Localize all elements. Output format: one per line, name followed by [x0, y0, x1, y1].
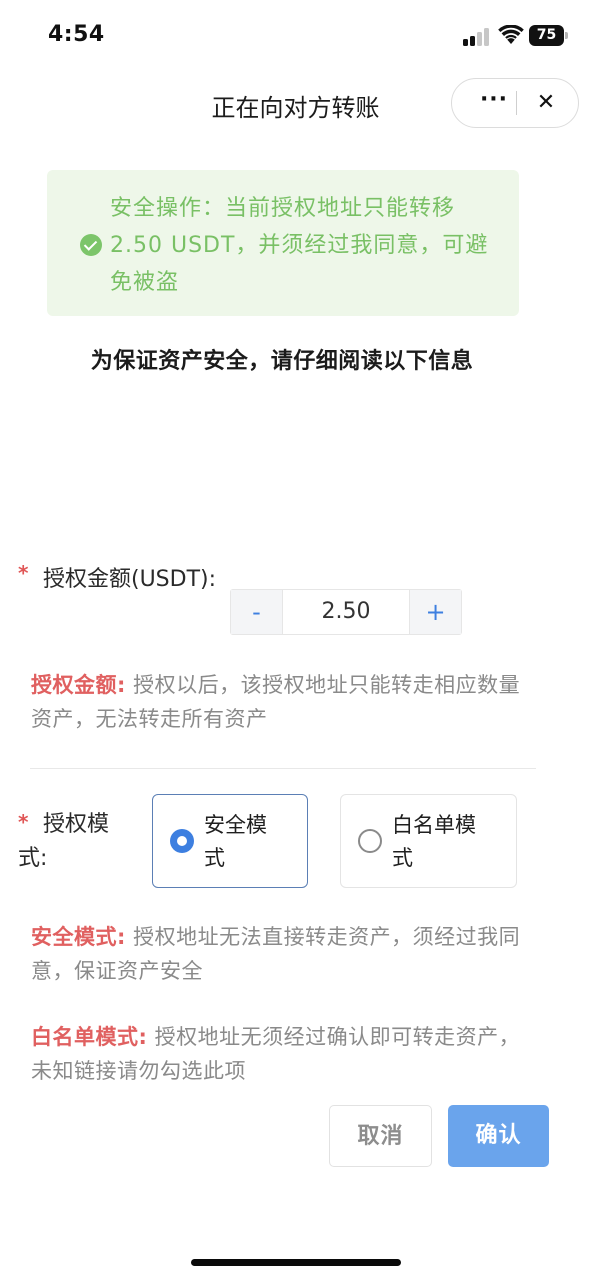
signal-icon: [463, 28, 491, 46]
radio-selected-icon[interactable]: [170, 829, 194, 853]
safety-notice: 安全操作：当前授权地址只能转移2.50 USDT，并须经过我同意，可避免被盗: [47, 170, 519, 316]
confirm-button[interactable]: 确认: [448, 1105, 549, 1167]
status-bar: 4:54 75: [0, 0, 591, 70]
whitelist-mode-description: 白名单模式: 授权地址无须经过确认即可转走资产，未知链接请勿勾选此项: [31, 1020, 531, 1088]
amount-description: 授权金额: 授权以后，该授权地址只能转走相应数量资产，无法转走所有资产: [31, 668, 531, 736]
amount-description-title: 授权金额:: [31, 673, 126, 697]
more-icon[interactable]: ···: [472, 89, 516, 115]
required-mark: *: [18, 561, 29, 585]
wifi-icon: [498, 24, 524, 45]
read-carefully-notice: 为保证资产安全，请仔细阅读以下信息: [90, 349, 474, 374]
check-circle-icon: [80, 234, 102, 256]
battery-icon: 75: [529, 25, 569, 46]
amount-stepper: - 2.50 +: [230, 589, 462, 635]
amount-input[interactable]: 2.50: [283, 590, 409, 634]
whitelist-mode-option[interactable]: 白名单模式: [340, 794, 517, 888]
status-time: 4:54: [48, 22, 105, 47]
divider: [30, 768, 536, 769]
capsule-divider: [516, 91, 517, 115]
safe-mode-label: 安全模式: [204, 813, 267, 870]
safe-mode-description-title: 安全模式:: [31, 925, 126, 949]
safe-mode-option[interactable]: 安全模式: [152, 794, 308, 888]
cancel-button[interactable]: 取消: [329, 1105, 432, 1167]
mini-program-capsule: ··· ✕: [451, 78, 579, 128]
whitelist-mode-label: 白名单模式: [392, 813, 476, 870]
safety-notice-text: 安全操作：当前授权地址只能转移2.50 USDT，并须经过我同意，可避免被盗: [110, 196, 489, 295]
radio-unselected-icon[interactable]: [358, 829, 382, 853]
increment-button[interactable]: +: [409, 590, 461, 634]
safe-mode-description: 安全模式: 授权地址无法直接转走资产，须经过我同意，保证资产安全: [31, 920, 531, 988]
mode-label: 授权模式:: [18, 812, 110, 871]
whitelist-mode-description-title: 白名单模式:: [31, 1025, 148, 1049]
battery-level: 75: [529, 25, 564, 46]
close-icon[interactable]: ✕: [532, 89, 560, 117]
amount-label: 授权金额(USDT):: [43, 567, 217, 592]
home-indicator[interactable]: [191, 1259, 401, 1266]
decrement-button[interactable]: -: [231, 590, 283, 634]
